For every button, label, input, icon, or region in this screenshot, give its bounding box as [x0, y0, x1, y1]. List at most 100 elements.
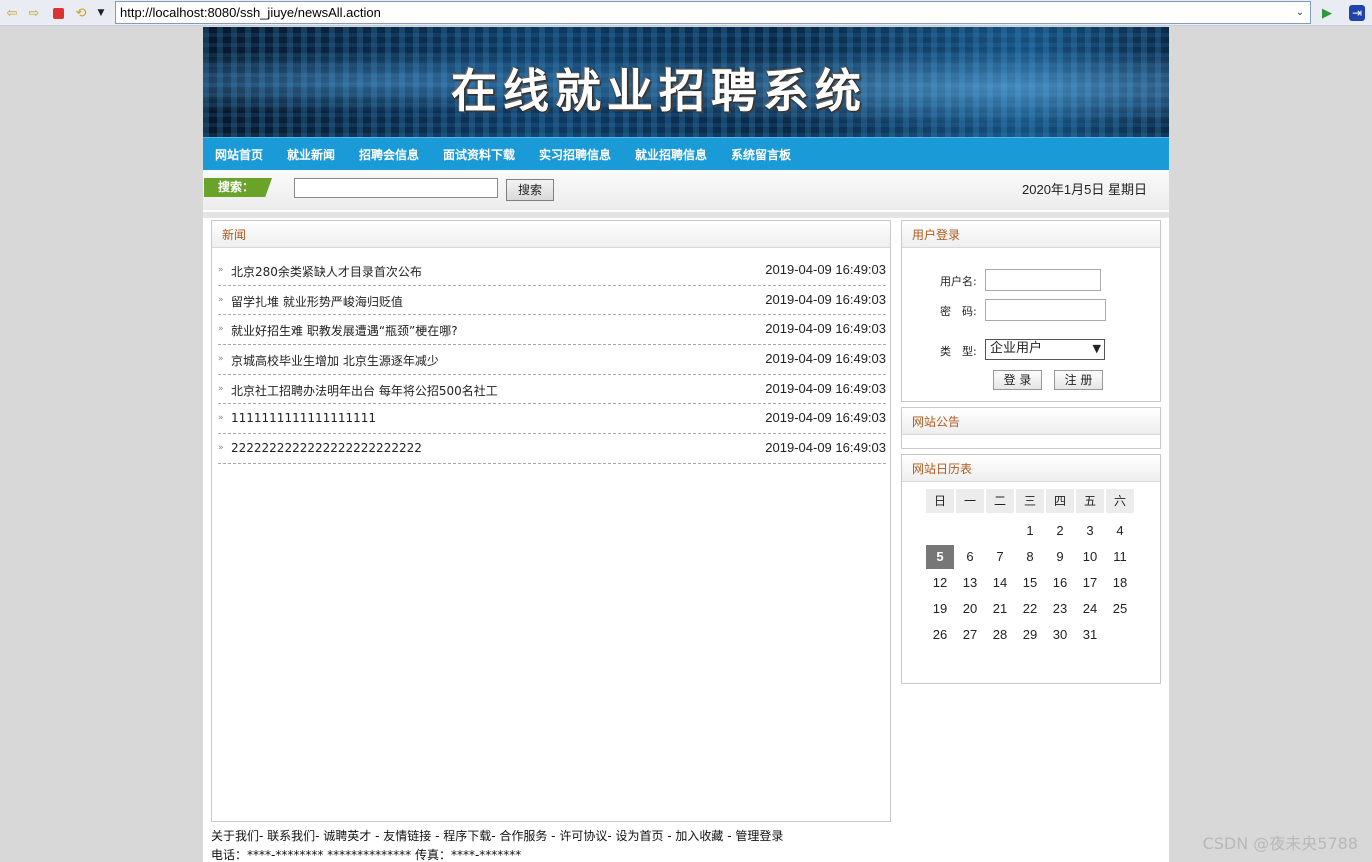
login-button[interactable]: 登 录	[993, 370, 1042, 390]
news-time: 2019-04-09 16:49:03	[765, 291, 886, 307]
bullet-icon: »	[218, 354, 224, 365]
url-text: http://localhost:8080/ssh_jiuye/newsAll.…	[120, 5, 381, 20]
calendar-panel: 网站日历表 日一二三四五六 1 2 3 4 5 6 7 8 9 10 11 12 13 14 15 16 17 18…	[901, 454, 1161, 684]
news-title[interactable]: 2222222222222222222222222	[231, 441, 422, 455]
search-button[interactable]: 搜索	[506, 179, 554, 201]
calendar-day[interactable]: 15	[1016, 571, 1044, 595]
bullet-icon: »	[218, 383, 224, 394]
calendar-day[interactable]: 21	[986, 597, 1014, 621]
calendar-day[interactable]: 11	[1106, 545, 1134, 569]
register-button[interactable]: 注 册	[1054, 370, 1103, 390]
news-row[interactable]: » 北京社工招聘办法明年出台 每年将公招500名社工 2019-04-09 16:4…	[218, 375, 886, 405]
news-title[interactable]: 北京社工招聘办法明年出台 每年将公招500名社工	[231, 382, 498, 399]
back-arrow-icon[interactable]: ⇦	[3, 4, 21, 22]
calendar-day[interactable]: 27	[956, 623, 984, 647]
news-time: 2019-04-09 16:49:03	[765, 410, 886, 426]
calendar-day[interactable]: 30	[1046, 623, 1074, 647]
calendar-day[interactable]: 18	[1106, 571, 1134, 595]
calendar-day[interactable]: 29	[1016, 623, 1044, 647]
calendar-day[interactable]: 7	[986, 545, 1014, 569]
calendar-day[interactable]: 10	[1076, 545, 1104, 569]
news-time: 2019-04-09 16:49:03	[765, 321, 886, 337]
news-row[interactable]: » 留学扎堆 就业形势严峻海归贬值 2019-04-09 16:49:03	[218, 286, 886, 316]
calendar-day[interactable]: 20	[956, 597, 984, 621]
news-time: 2019-04-09 16:49:03	[765, 440, 886, 456]
calendar-day[interactable]: 25	[1106, 597, 1134, 621]
calendar-weekday: 四	[1046, 489, 1074, 513]
go-icon[interactable]: ▶	[1318, 4, 1336, 22]
news-row[interactable]: » 2222222222222222222222222 2019-04-09 16:…	[218, 434, 886, 464]
news-row[interactable]: » 就业好招生难 职教发展遭遇“瓶颈”梗在哪? 2019-04-09 16:49:0…	[218, 315, 886, 346]
news-heading: 新闻	[212, 221, 890, 248]
refresh-icon[interactable]: ⟲	[72, 4, 90, 22]
calendar-day[interactable]: 3	[1076, 519, 1104, 543]
bullet-icon: »	[218, 265, 224, 275]
news-title[interactable]: 就业好招生难 职教发展遭遇“瓶颈”梗在哪?	[231, 322, 458, 339]
calendar-day[interactable]: 1	[1016, 519, 1044, 543]
browser-toolbar: ⇦ ⇨ ⟲ ▼ http://localhost:8080/ssh_jiuye/…	[0, 0, 1372, 26]
calendar-day[interactable]: 4	[1106, 519, 1134, 543]
footer-links[interactable]: 关于我们- 联系我们- 诚聘英才 - 友情链接 - 程序下载- 合作服务 - 许…	[211, 827, 783, 846]
username-label: 用户名:	[940, 275, 977, 288]
calendar-day[interactable]: 23	[1046, 597, 1074, 621]
calendar-day[interactable]: 13	[956, 571, 984, 595]
footer: 关于我们- 联系我们- 诚聘英才 - 友情链接 - 程序下载- 合作服务 - 许…	[211, 827, 783, 862]
nav-item-jobs[interactable]: 就业招聘信息	[635, 138, 707, 171]
calendar-day-today[interactable]: 5	[926, 545, 954, 569]
calendar-day[interactable]: 17	[1076, 571, 1104, 595]
calendar-day[interactable]: 14	[986, 571, 1014, 595]
calendar-day[interactable]: 2	[1046, 519, 1074, 543]
news-title[interactable]: 1111111111111111111	[231, 411, 376, 425]
page: 在线就业招聘系统 网站首页 就业新闻 招聘会信息 面试资料下载 实习招聘信息 就…	[203, 27, 1169, 862]
address-bar[interactable]: http://localhost:8080/ssh_jiuye/newsAll.…	[115, 1, 1311, 24]
exit-icon[interactable]: ⇥	[1348, 4, 1366, 22]
news-title[interactable]: 京城高校毕业生增加 北京生源逐年减少	[231, 352, 439, 369]
calendar-day[interactable]: 9	[1046, 545, 1074, 569]
username-input[interactable]	[985, 269, 1101, 291]
calendar-weekday: 三	[1016, 489, 1044, 513]
calendar-day[interactable]: 6	[956, 545, 984, 569]
nav-item-interview-download[interactable]: 面试资料下载	[443, 138, 515, 171]
news-title[interactable]: 留学扎堆 就业形势严峻海归贬值	[231, 293, 403, 310]
nav-item-job-fair[interactable]: 招聘会信息	[359, 138, 419, 171]
type-label: 类 型:	[940, 345, 977, 358]
calendar-weekday: 六	[1106, 489, 1134, 513]
nav-item-internship[interactable]: 实习招聘信息	[539, 138, 611, 171]
calendar-day[interactable]: 24	[1076, 597, 1104, 621]
nav-item-guestbook[interactable]: 系统留言板	[731, 138, 791, 171]
calendar-day[interactable]: 28	[986, 623, 1014, 647]
news-row[interactable]: » 京城高校毕业生增加 北京生源逐年减少 2019-04-09 16:49:03	[218, 345, 886, 375]
password-input[interactable]	[985, 299, 1106, 321]
dropdown-icon[interactable]: ▼	[92, 4, 110, 22]
stop-icon[interactable]	[49, 4, 67, 22]
notice-panel: 网站公告	[901, 407, 1161, 449]
forward-arrow-icon[interactable]: ⇨	[25, 4, 43, 22]
search-input[interactable]	[294, 178, 498, 198]
calendar-day[interactable]: 22	[1016, 597, 1044, 621]
nav-item-home[interactable]: 网站首页	[215, 138, 263, 171]
calendar-day[interactable]: 26	[926, 623, 954, 647]
news-row[interactable]: » 北京280余类紧缺人才目录首次公布 2019-04-09 16:49:03	[218, 256, 886, 286]
news-title[interactable]: 北京280余类紧缺人才目录首次公布	[231, 263, 422, 280]
notice-heading: 网站公告	[902, 408, 1160, 435]
current-date: 2020年1月5日 星期日	[1022, 182, 1147, 197]
login-heading: 用户登录	[902, 221, 1160, 248]
calendar-day[interactable]: 8	[1016, 545, 1044, 569]
user-type-select[interactable]: 企业用户 ▼	[985, 339, 1105, 360]
calendar-day[interactable]: 12	[926, 571, 954, 595]
calendar-day[interactable]: 16	[1046, 571, 1074, 595]
user-type-value: 企业用户	[990, 341, 1043, 356]
footer-contact: 电话：****-******** ************** 传真：****-…	[211, 848, 522, 862]
bullet-icon: »	[218, 294, 224, 305]
calendar-day[interactable]: 31	[1076, 623, 1104, 647]
calendar-day[interactable]: 19	[926, 597, 954, 621]
news-row[interactable]: » 1111111111111111111 2019-04-09 16:49:03	[218, 404, 886, 435]
search-tag: 搜索：	[204, 178, 272, 197]
main-nav: 网站首页 就业新闻 招聘会信息 面试资料下载 实习招聘信息 就业招聘信息 系统留…	[203, 137, 1169, 170]
calendar-weekday: 日	[926, 489, 954, 513]
news-time: 2019-04-09 16:49:03	[765, 262, 886, 277]
address-dropdown-icon[interactable]: ⌄	[1292, 3, 1308, 22]
calendar-weekday: 二	[986, 489, 1014, 513]
nav-item-news[interactable]: 就业新闻	[287, 138, 335, 171]
password-label: 密 码:	[940, 305, 977, 318]
